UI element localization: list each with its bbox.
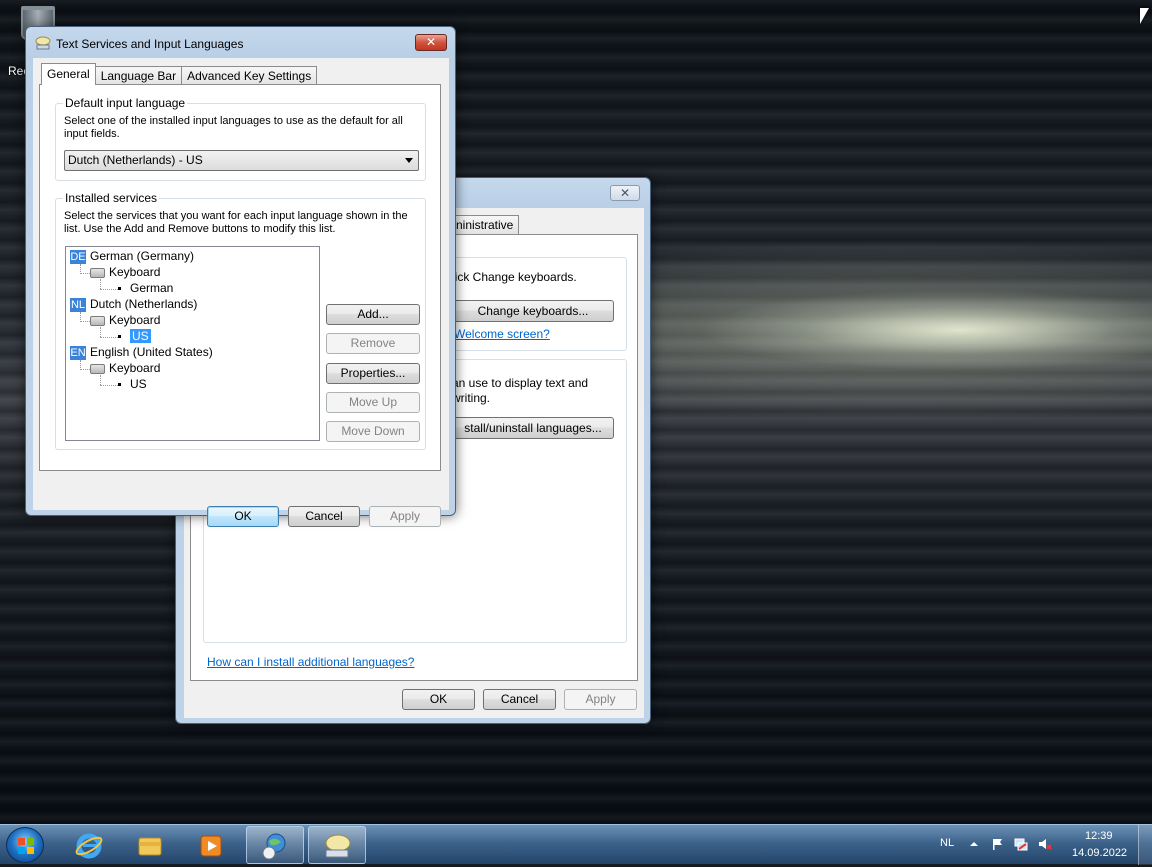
tree-connector: [80, 321, 90, 322]
cancel-button[interactable]: Cancel: [288, 506, 360, 527]
language-badge-nl: NL: [70, 297, 86, 312]
clock-date[interactable]: 14.09.2022: [1072, 847, 1127, 859]
text-services-icon: [325, 834, 351, 858]
tree-item-layout-german[interactable]: German: [118, 280, 173, 296]
installed-services-group: Installed services Select the services t…: [55, 191, 426, 450]
region-language-icon: [262, 833, 286, 860]
network-icon[interactable]: [1014, 837, 1028, 851]
taskbar-text-services[interactable]: [308, 826, 366, 864]
region-cancel-button[interactable]: Cancel: [483, 689, 556, 710]
language-name: English (United States): [90, 345, 213, 359]
layout-label: US: [130, 377, 147, 391]
tree-item-language-english[interactable]: EN English (United States): [70, 344, 213, 360]
language-badge-en: EN: [70, 345, 86, 360]
tree-connector: [100, 327, 101, 337]
taskbar-file-explorer[interactable]: [121, 826, 179, 864]
language-name: German (Germany): [90, 249, 195, 263]
keyboard-icon: [90, 315, 105, 326]
change-keyboards-button[interactable]: Change keyboards...: [452, 300, 614, 322]
tree-item-layout-dutch-us[interactable]: US: [118, 328, 151, 344]
category-label: Keyboard: [109, 361, 161, 375]
display-languages-description-2: writing.: [452, 391, 491, 405]
category-label: Keyboard: [109, 313, 161, 327]
close-button[interactable]: ✕: [415, 34, 447, 51]
tree-item-language-dutch[interactable]: NL Dutch (Netherlands): [70, 296, 197, 312]
taskbar: NL 12:39 14.09.2022: [0, 824, 1152, 865]
tab-advanced-key-settings[interactable]: Advanced Key Settings: [181, 66, 318, 85]
clock-time[interactable]: 12:39: [1085, 830, 1113, 842]
installed-services-description: Select the services that you want for ea…: [64, 210, 408, 235]
move-up-button[interactable]: Move Up: [326, 392, 420, 413]
region-apply-button[interactable]: Apply: [564, 689, 637, 710]
tree-connector: [100, 337, 118, 338]
taskbar-region-language[interactable]: [246, 826, 304, 864]
language-name: Dutch (Netherlands): [90, 297, 198, 311]
show-desktop-button[interactable]: [1138, 825, 1152, 865]
windows-logo-icon: [18, 838, 34, 854]
default-input-language-value: Dutch (Netherlands) - US: [68, 153, 203, 167]
category-label: Keyboard: [109, 265, 161, 279]
default-input-language-description: Select one of the installed input langua…: [64, 115, 403, 140]
tree-item-keyboard-german[interactable]: Keyboard: [90, 264, 160, 280]
install-additional-languages-link[interactable]: How can I install additional languages?: [207, 655, 414, 669]
layout-label-selected: US: [130, 329, 151, 343]
region-window-close-button[interactable]: ✕: [610, 185, 640, 201]
bullet-icon: [118, 383, 121, 387]
text-services-app-icon: [35, 36, 51, 50]
windows-start-icon[interactable]: [6, 827, 44, 863]
language-badge-de: DE: [70, 249, 86, 264]
language-indicator[interactable]: NL: [940, 837, 954, 849]
tab-general[interactable]: General: [41, 63, 96, 85]
tree-connector: [80, 369, 90, 370]
bullet-icon: [118, 287, 121, 291]
mouse-pointer-icon: [1140, 8, 1149, 24]
move-down-button[interactable]: Move Down: [326, 421, 420, 442]
keyboards-description: lick Change keyboards.: [452, 270, 577, 284]
tree-connector: [100, 375, 101, 385]
taskbar-internet-explorer[interactable]: [60, 826, 118, 864]
keyboard-icon: [90, 363, 105, 374]
taskbar-media-player[interactable]: [182, 826, 240, 864]
tree-connector: [100, 279, 101, 289]
tab-language-bar[interactable]: Language Bar: [94, 66, 183, 85]
tree-item-keyboard-dutch[interactable]: Keyboard: [90, 312, 160, 328]
bullet-icon: [118, 335, 121, 339]
tab-strip: General Language Bar Advanced Key Settin…: [41, 63, 318, 85]
installed-services-tree[interactable]: DE German (Germany) Keyboard German NL Dut…: [65, 246, 320, 441]
action-center-flag-icon[interactable]: [990, 837, 1004, 851]
tree-item-keyboard-english[interactable]: Keyboard: [90, 360, 160, 376]
installed-services-legend: Installed services: [63, 191, 160, 205]
default-input-language-dropdown[interactable]: Dutch (Netherlands) - US: [64, 150, 419, 171]
internet-explorer-icon: [75, 833, 103, 859]
default-input-language-group: Default input language Select one of the…: [55, 96, 426, 181]
volume-muted-icon[interactable]: [1038, 837, 1052, 851]
remove-button[interactable]: Remove: [326, 333, 420, 354]
layout-label: German: [130, 281, 174, 295]
tree-connector: [100, 289, 118, 290]
media-player-icon: [200, 835, 222, 857]
default-input-language-legend: Default input language: [63, 96, 188, 110]
welcome-screen-link[interactable]: Welcome screen?: [454, 327, 550, 341]
install-languages-button[interactable]: stall/uninstall languages...: [452, 417, 614, 439]
properties-button[interactable]: Properties...: [326, 363, 420, 384]
file-explorer-icon: [138, 837, 162, 856]
ok-button[interactable]: OK: [207, 506, 279, 527]
chevron-down-icon: [405, 158, 413, 163]
general-tab-panel: Default input language Select one of the…: [39, 84, 441, 471]
tab-administrative[interactable]: ninistrative: [450, 215, 520, 234]
tree-connector: [80, 273, 90, 274]
tree-item-layout-english-us[interactable]: US: [118, 376, 147, 392]
tree-item-language-german[interactable]: DE German (Germany): [70, 248, 194, 264]
add-button[interactable]: Add...: [326, 304, 420, 325]
window-title: Text Services and Input Languages: [56, 37, 244, 51]
apply-button[interactable]: Apply: [369, 506, 441, 527]
show-hidden-icons-icon[interactable]: [967, 837, 981, 851]
text-services-window: Text Services and Input Languages ✕ Gene…: [25, 26, 456, 527]
display-languages-description-1: an use to display text and: [452, 376, 589, 390]
region-ok-button[interactable]: OK: [402, 689, 475, 710]
tree-connector: [100, 385, 118, 386]
text-services-client: General Language Bar Advanced Key Settin…: [33, 58, 449, 527]
keyboard-icon: [90, 267, 105, 278]
